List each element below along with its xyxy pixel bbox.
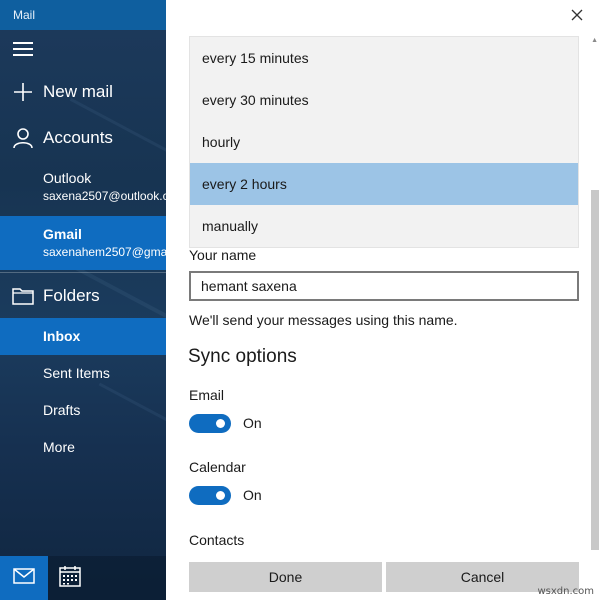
scroll-up-icon[interactable]: ▲ xyxy=(591,37,598,44)
email-sync-state: On xyxy=(243,415,262,431)
dropdown-option[interactable]: every 15 minutes xyxy=(190,37,578,79)
app-title: Mail xyxy=(13,8,36,22)
dropdown-option-selected[interactable]: every 2 hours xyxy=(190,163,578,205)
watermark: wsxdn.com xyxy=(537,586,594,597)
mail-tab[interactable] xyxy=(0,556,48,600)
new-mail-button[interactable]: New mail xyxy=(0,79,166,105)
folder-icon xyxy=(12,285,34,307)
person-icon xyxy=(12,127,34,149)
hamburger-icon[interactable] xyxy=(13,42,33,56)
mail-icon xyxy=(13,567,35,589)
folder-sent-items[interactable]: Sent Items xyxy=(0,355,166,392)
account-name: Gmail xyxy=(43,226,82,242)
calendar-sync-state: On xyxy=(243,487,262,503)
dropdown-option[interactable]: every 30 minutes xyxy=(190,79,578,121)
dropdown-option[interactable]: manually xyxy=(190,205,578,247)
folder-drafts[interactable]: Drafts xyxy=(0,392,166,429)
account-settings-panel: ▲ every 15 minutes every 30 minutes hour… xyxy=(166,0,600,600)
folders-label: Folders xyxy=(43,286,100,305)
calendar-icon xyxy=(59,565,81,592)
account-outlook[interactable]: Outlook saxena2507@outlook.com xyxy=(0,164,166,212)
sync-options-heading: Sync options xyxy=(188,346,297,367)
folders-button[interactable]: Folders xyxy=(0,283,166,309)
new-mail-label: New mail xyxy=(43,82,113,101)
email-sync-toggle[interactable] xyxy=(189,414,231,433)
email-sync-label: Email xyxy=(189,387,225,403)
toggle-knob xyxy=(216,491,225,500)
accounts-label: Accounts xyxy=(43,128,113,147)
contacts-sync-label: Contacts xyxy=(189,532,245,548)
folder-more[interactable]: More xyxy=(0,429,166,466)
your-name-hint: We'll send your messages using this name… xyxy=(189,312,458,328)
folder-inbox[interactable]: Inbox xyxy=(0,318,166,355)
navigation-pane: Mail New mail Accounts Outlook saxena250… xyxy=(0,0,166,600)
account-email: saxenahem2507@gmail.com xyxy=(43,245,166,259)
title-bar: Mail xyxy=(0,0,166,30)
accounts-button[interactable]: Accounts xyxy=(0,125,166,151)
your-name-label: Your name xyxy=(189,247,257,263)
calendar-tab[interactable] xyxy=(48,556,92,600)
download-frequency-dropdown[interactable]: every 15 minutes every 30 minutes hourly… xyxy=(189,36,579,248)
calendar-sync-label: Calendar xyxy=(189,459,246,475)
divider xyxy=(0,272,166,273)
account-email: saxena2507@outlook.com xyxy=(43,189,166,203)
bottom-app-bar xyxy=(0,556,166,600)
toggle-knob xyxy=(216,419,225,428)
calendar-sync-toggle[interactable] xyxy=(189,486,231,505)
scrollbar-thumb[interactable] xyxy=(591,190,599,550)
account-name: Outlook xyxy=(43,170,92,186)
close-icon[interactable] xyxy=(568,6,586,24)
plus-icon xyxy=(12,81,34,103)
dropdown-option[interactable]: hourly xyxy=(190,121,578,163)
account-gmail[interactable]: Gmail saxenahem2507@gmail.com xyxy=(0,216,166,270)
done-button[interactable]: Done xyxy=(189,562,382,592)
your-name-field[interactable] xyxy=(189,271,579,301)
